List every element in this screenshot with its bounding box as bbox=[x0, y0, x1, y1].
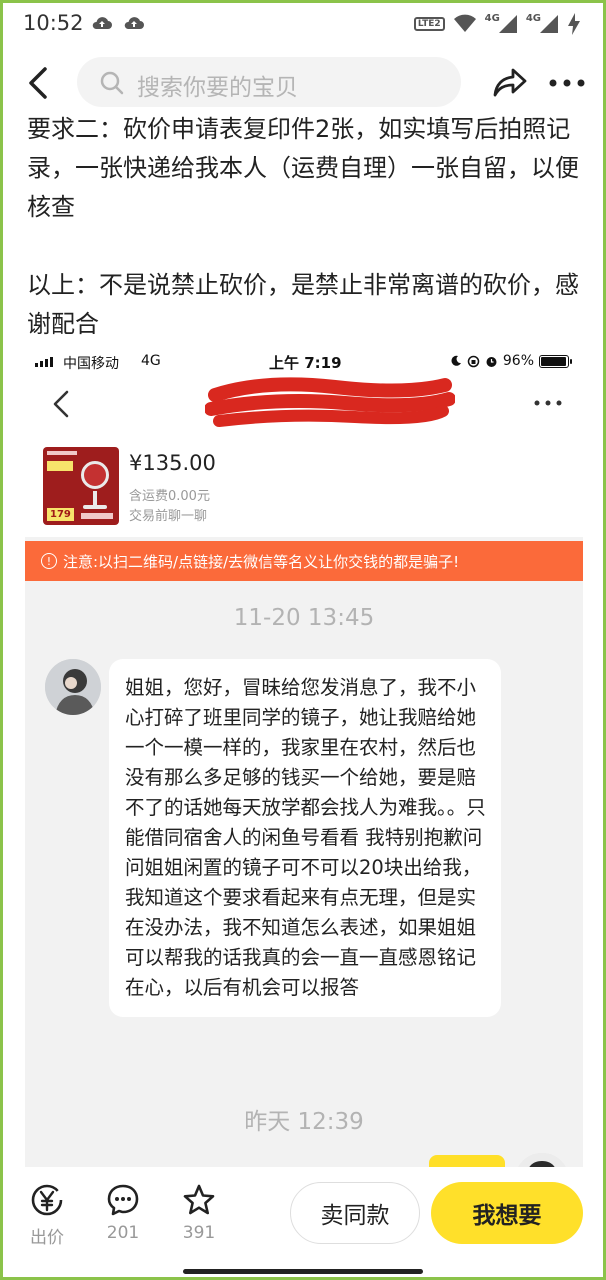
search-input[interactable]: 搜索你要的宝贝 bbox=[77, 57, 461, 107]
top-nav: 搜索你要的宝贝 bbox=[3, 55, 603, 111]
ios-status-bar: 中国移动 4G 上午 7:19 96% bbox=[25, 347, 583, 377]
scam-warning-banner: ! 注意:以扫二维码/点链接/去微信等名义让你交钱的都是骗子! bbox=[25, 541, 583, 581]
offer-button[interactable]: 出价 bbox=[21, 1183, 73, 1248]
chat-header: 中国移动 4G 上午 7:19 96% 179 ¥135.00 含运费0.00元… bbox=[25, 347, 583, 537]
own-message-bubble bbox=[429, 1155, 505, 1167]
ios-status-right: 96% bbox=[450, 353, 572, 369]
product-thumbnail: 179 bbox=[43, 447, 119, 525]
network-label-2: 4G bbox=[525, 12, 541, 24]
moon-icon bbox=[451, 355, 461, 366]
wifi-icon bbox=[453, 14, 476, 32]
carrier-name: 中国移动 bbox=[63, 356, 119, 372]
battery-percent: 96% bbox=[502, 353, 534, 369]
signal-bars-icon bbox=[35, 355, 53, 367]
comments-button[interactable]: 201 bbox=[97, 1183, 149, 1243]
item-image-chat-screenshot[interactable]: 中国移动 4G 上午 7:19 96% 179 ¥135.00 含运费0.00元… bbox=[25, 347, 583, 1167]
warning-icon: ! bbox=[41, 553, 57, 569]
search-placeholder: 搜索你要的宝贝 bbox=[137, 75, 298, 101]
product-price: ¥135.00 bbox=[129, 451, 216, 475]
thumbnail-decoration bbox=[47, 461, 73, 471]
mirror-image bbox=[81, 461, 109, 489]
status-bar: 10:52 LTE2 4G 4G bbox=[3, 3, 603, 47]
cloud-upload-icon bbox=[124, 17, 144, 29]
sell-same-button[interactable]: 卖同款 bbox=[290, 1182, 420, 1244]
network-label-1: 4G bbox=[484, 12, 500, 24]
item-description: 要求二：砍价申请表复印件2张，如实填写后拍照记录，一张快递给我本人（运费自理）一… bbox=[27, 110, 587, 344]
offer-label: 出价 bbox=[30, 1228, 64, 1248]
thumbnail-decoration bbox=[81, 513, 113, 519]
signal-icon bbox=[498, 15, 517, 33]
chat-bubble-icon bbox=[107, 1184, 139, 1216]
want-button[interactable]: 我想要 bbox=[431, 1182, 583, 1244]
star-icon bbox=[183, 1184, 215, 1215]
battery-charging-icon bbox=[568, 13, 580, 35]
description-paragraph: 以上：不是说禁止砍价，是禁止非常离谱的砍价，感谢配合 bbox=[27, 271, 579, 338]
back-button[interactable] bbox=[21, 65, 57, 101]
app-frame: 10:52 LTE2 4G 4G 搜索你要的宝贝 要求二：砍价申请表复印件2张，… bbox=[3, 3, 603, 1277]
redacted-username-scribble bbox=[205, 377, 455, 427]
mirror-image bbox=[83, 505, 107, 509]
favorites-count: 391 bbox=[182, 1223, 216, 1243]
product-chat-hint: 交易前聊一聊 bbox=[129, 509, 208, 524]
user-avatar-icon bbox=[45, 659, 101, 715]
warning-text: 注意:以扫二维码/点链接/去微信等名义让你交钱的都是骗子! bbox=[63, 552, 460, 571]
ios-time: 上午 7:19 bbox=[269, 354, 342, 372]
chat-message-bubble: 姐姐，您好，冒昧给您发消息了，我不小心打碎了班里同学的镜子，她让我赔给她一个一模… bbox=[109, 659, 501, 1017]
chat-more-icon bbox=[534, 400, 562, 406]
bottom-action-bar: 出价 201 391 卖同款 我想要 bbox=[3, 1171, 603, 1277]
user-avatar-icon bbox=[515, 1153, 569, 1167]
volte-badge: LTE2 bbox=[413, 17, 445, 31]
more-options-button[interactable] bbox=[547, 71, 587, 95]
home-indicator[interactable] bbox=[183, 1269, 423, 1274]
message-timestamp: 11-20 13:45 bbox=[233, 605, 375, 631]
status-time: 10:52 bbox=[23, 11, 84, 35]
chat-back-icon bbox=[53, 390, 69, 418]
search-icon bbox=[100, 71, 124, 95]
avatar bbox=[45, 659, 101, 715]
share-button[interactable] bbox=[491, 63, 529, 101]
alarm-icon bbox=[486, 356, 497, 367]
yen-icon bbox=[31, 1184, 63, 1216]
avatar bbox=[515, 1153, 569, 1167]
product-shipping: 含运费0.00元 bbox=[129, 489, 210, 504]
cloud-upload-icon bbox=[92, 17, 112, 29]
description-paragraph: 要求二：砍价申请表复印件2张，如实填写后拍照记录，一张快递给我本人（运费自理）一… bbox=[27, 115, 579, 221]
network-type: 4G bbox=[141, 353, 161, 369]
signal-icon bbox=[540, 15, 558, 33]
favorite-button[interactable]: 391 bbox=[173, 1183, 225, 1243]
status-right-icons: LTE2 4G 4G bbox=[413, 12, 581, 36]
battery-icon bbox=[539, 354, 572, 368]
message-timestamp: 昨天 12:39 bbox=[244, 1109, 364, 1135]
thumbnail-price-tag: 179 bbox=[47, 508, 74, 521]
rotation-lock-icon bbox=[467, 355, 480, 367]
thumbnail-decoration bbox=[47, 451, 77, 455]
comments-count: 201 bbox=[106, 1223, 140, 1243]
